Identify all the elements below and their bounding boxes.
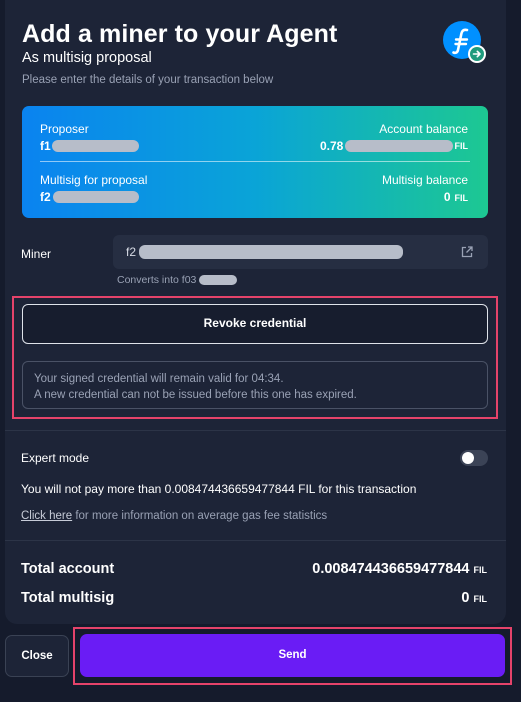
account-balance-label: Account balance bbox=[379, 122, 468, 136]
external-link-icon[interactable] bbox=[460, 245, 474, 259]
revoke-credential-button[interactable]: Revoke credential bbox=[22, 304, 488, 344]
total-multisig-unit: FIL bbox=[473, 594, 488, 604]
account-balance-unit: FIL bbox=[454, 141, 469, 151]
expert-mode-toggle[interactable] bbox=[460, 450, 488, 466]
multisig-balance-value: 0 bbox=[443, 190, 451, 204]
arrow-right-icon bbox=[468, 45, 486, 63]
total-account-unit: FIL bbox=[473, 565, 488, 575]
dialog-hint: Please enter the details of your transac… bbox=[22, 74, 274, 86]
gas-stats-link[interactable]: Click here bbox=[21, 510, 72, 522]
redacted-proposer-address bbox=[52, 140, 139, 152]
total-account-value: 0.008474436659477844 bbox=[312, 561, 470, 577]
toggle-knob bbox=[462, 452, 474, 464]
redacted-miner-address bbox=[139, 245, 403, 259]
divider bbox=[5, 430, 506, 431]
converts-into-text: Converts into f03 bbox=[117, 274, 196, 286]
converts-into-label: Converts into f03 bbox=[117, 274, 197, 286]
expert-mode-label: Expert mode bbox=[21, 451, 90, 465]
account-balance-value: 0.78 bbox=[320, 139, 344, 153]
proposer-value: f1 bbox=[40, 139, 51, 153]
summary-card: Proposer f1 Account balance 0.78 FIL Mul… bbox=[22, 106, 488, 218]
redacted-multisig-address bbox=[53, 191, 139, 203]
multisig-balance-label: Multisig balance bbox=[381, 173, 468, 187]
miner-label: Miner bbox=[21, 247, 52, 261]
credential-notice-line2: A new credential can not be issued befor… bbox=[34, 389, 357, 401]
total-account-label: Total account bbox=[21, 561, 115, 577]
gas-info-suffix: for more information on average gas fee … bbox=[72, 510, 328, 522]
dialog-title: Add a miner to your Agent bbox=[22, 20, 338, 48]
send-button[interactable]: Send bbox=[80, 634, 505, 677]
redacted-converted-address bbox=[199, 275, 237, 285]
dialog-subtitle: As multisig proposal bbox=[22, 50, 152, 66]
proposer-label: Proposer bbox=[40, 122, 89, 136]
close-button[interactable]: Close bbox=[5, 635, 69, 677]
card-divider bbox=[40, 161, 470, 162]
multisig-balance: 0 FIL bbox=[444, 190, 468, 204]
multisig-balance-unit: FIL bbox=[454, 193, 469, 203]
divider bbox=[5, 540, 506, 541]
total-multisig-value: 0 bbox=[461, 590, 470, 606]
miner-input[interactable]: f2 bbox=[113, 235, 488, 269]
max-fee-text: You will not pay more than 0.00847443665… bbox=[21, 482, 417, 496]
multisig-label: Multisig for proposal bbox=[40, 173, 148, 187]
miner-input-value: f2 bbox=[126, 245, 137, 259]
total-account: 0.008474436659477844 FIL bbox=[312, 561, 487, 577]
credential-notice: Your signed credential will remain valid… bbox=[22, 361, 488, 409]
multisig-value: f2 bbox=[40, 190, 51, 204]
total-multisig: 0 FIL bbox=[461, 590, 487, 606]
credential-notice-line1: Your signed credential will remain valid… bbox=[34, 373, 284, 385]
gas-fee-info: Click here for more information on avera… bbox=[21, 510, 327, 522]
total-multisig-label: Total multisig bbox=[21, 590, 115, 606]
redacted-account-balance bbox=[345, 140, 453, 152]
